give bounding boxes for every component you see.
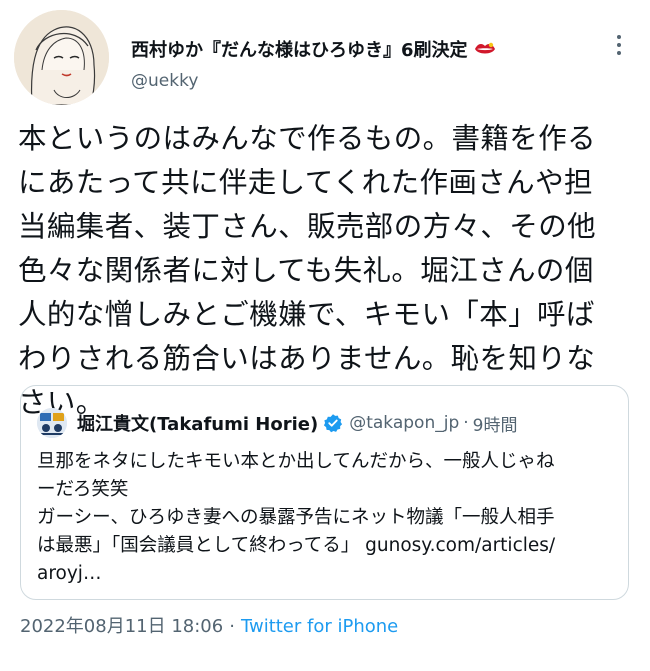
tweet-source-link[interactable]: Twitter for iPhone (241, 616, 398, 637)
quoted-separator: · (463, 413, 469, 433)
display-name-row: 西村ゆか『だんな様はひろゆき』6刷決定 (131, 37, 496, 61)
book-cover-avatar-icon (37, 408, 67, 438)
more-vertical-icon (617, 35, 621, 55)
tweet-container: 西村ゆか『だんな様はひろゆき』6刷決定 @uekky 本というのはみんなで作るも… (0, 0, 650, 671)
quoted-author-name[interactable]: 堀江貴文(Takafumi Horie) (77, 410, 318, 436)
metadata-separator: · (229, 616, 235, 637)
quoted-tweet-time[interactable]: 9時間 (473, 411, 518, 436)
quoted-tweet-text: 旦那をネタにしたキモい本とか出してんだから、一般人じゃね ーだろ笑笑 ガーシー、… (37, 451, 556, 584)
illustrated-woman-avatar-icon (14, 10, 109, 105)
quoted-author-avatar[interactable] (37, 408, 67, 438)
author-handle[interactable]: @uekky (131, 71, 496, 91)
verified-badge-icon (323, 413, 343, 433)
author-avatar[interactable] (14, 10, 109, 105)
lips-emoji-icon (474, 41, 496, 57)
tweet-text: 本というのはみんなで作るもの。書籍を作る にあたって共に伴走してくれた作画さんや… (18, 122, 597, 419)
more-options-button[interactable] (606, 30, 632, 60)
quoted-author-handle[interactable]: @takapon_jp (349, 413, 459, 433)
quoted-tweet-header: 堀江貴文(Takafumi Horie) @takapon_jp · 9時間 (77, 408, 517, 438)
tweet-metadata: 2022年08月11日 18:06 · Twitter for iPhone (20, 612, 398, 638)
tweet-timestamp[interactable]: 2022年08月11日 18:06 (20, 616, 223, 637)
author-names: 西村ゆか『だんな様はひろゆき』6刷決定 @uekky (131, 37, 496, 91)
author-display-name[interactable]: 西村ゆか『だんな様はひろゆき』6刷決定 (131, 36, 468, 62)
quoted-tweet-card[interactable]: 堀江貴文(Takafumi Horie) @takapon_jp · 9時間 旦… (20, 385, 629, 600)
